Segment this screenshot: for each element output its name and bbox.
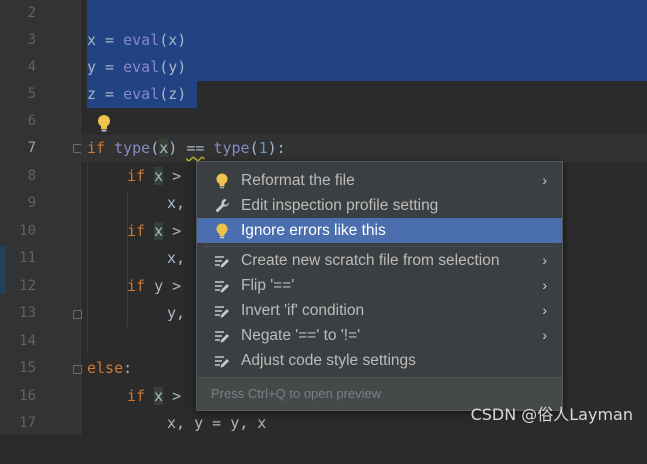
- menu-item-flip[interactable]: Flip '==' ›: [197, 273, 562, 298]
- menu-item-adjust-code-style[interactable]: Adjust code style settings: [197, 348, 562, 373]
- intention-icon: [215, 256, 229, 268]
- indent-guide: [127, 190, 128, 327]
- line-number: 11: [19, 250, 36, 266]
- line-number: 2: [27, 5, 36, 21]
- code-line[interactable]: x = eval(x): [81, 27, 647, 54]
- menu-item-label: Invert 'if' condition: [241, 302, 365, 319]
- lightbulb-icon: [216, 223, 228, 239]
- code-line-current[interactable]: if type(x) == type(1):: [81, 135, 647, 162]
- selection-highlight: [87, 0, 647, 27]
- intention-icon: [215, 281, 229, 293]
- line-number: 16: [19, 388, 36, 404]
- menu-item-ignore-errors[interactable]: Ignore errors like this: [197, 218, 562, 243]
- code-line[interactable]: z = eval(z): [81, 81, 647, 108]
- menu-item-label: Reformat the file: [241, 172, 355, 189]
- menu-item-label: Adjust code style settings: [241, 352, 416, 369]
- chevron-right-icon: ›: [542, 327, 547, 343]
- menu-divider: [205, 246, 554, 247]
- menu-item-label: Flip '==': [241, 277, 295, 294]
- chevron-right-icon: ›: [542, 252, 547, 268]
- menu-item-create-scratch-file[interactable]: Create new scratch file from selection ›: [197, 248, 562, 273]
- lightbulb-icon: [216, 173, 228, 189]
- intention-icon: [215, 356, 229, 368]
- menu-item-label: Edit inspection profile setting: [241, 197, 439, 214]
- lightbulb-icon[interactable]: [97, 114, 111, 134]
- menu-item-label: Create new scratch file from selection: [241, 252, 500, 269]
- watermark: CSDN @俗人Layman: [470, 405, 633, 424]
- intention-icon: [215, 331, 229, 343]
- line-number: 13: [19, 305, 36, 321]
- line-number: 3: [27, 32, 36, 48]
- menu-item-label: Negate '==' to '!=': [241, 327, 361, 344]
- line-number: 12: [19, 278, 36, 294]
- line-number-current: 7: [27, 140, 36, 156]
- line-number: 5: [27, 86, 36, 102]
- line-number: 6: [27, 113, 36, 129]
- line-number: 15: [19, 360, 36, 376]
- menu-item-label: Ignore errors like this: [241, 222, 386, 239]
- line-number: 10: [19, 223, 36, 239]
- chevron-right-icon: ›: [542, 277, 547, 293]
- indent-guide: [87, 163, 88, 353]
- code-line[interactable]: y = eval(y): [81, 54, 647, 81]
- menu-item-edit-inspection-profile[interactable]: Edit inspection profile setting: [197, 193, 562, 218]
- wrench-icon: [215, 199, 229, 213]
- line-number: 8: [27, 168, 36, 184]
- menu-item-invert-if[interactable]: Invert 'if' condition ›: [197, 298, 562, 323]
- chevron-right-icon: ›: [542, 302, 547, 318]
- line-number: 17: [19, 415, 36, 431]
- intention-icon: [215, 306, 229, 318]
- chevron-right-icon: ›: [542, 172, 547, 188]
- line-number: 4: [27, 59, 36, 75]
- menu-item-reformat-file[interactable]: Reformat the file ›: [197, 168, 562, 193]
- footer-hint-text: Press Ctrl+Q to open preview: [211, 386, 382, 401]
- line-number: 9: [27, 195, 36, 211]
- menu-item-negate[interactable]: Negate '==' to '!=' ›: [197, 323, 562, 348]
- line-number: 14: [19, 333, 36, 349]
- intention-actions-popup: Reformat the file › Edit inspection prof…: [196, 161, 563, 411]
